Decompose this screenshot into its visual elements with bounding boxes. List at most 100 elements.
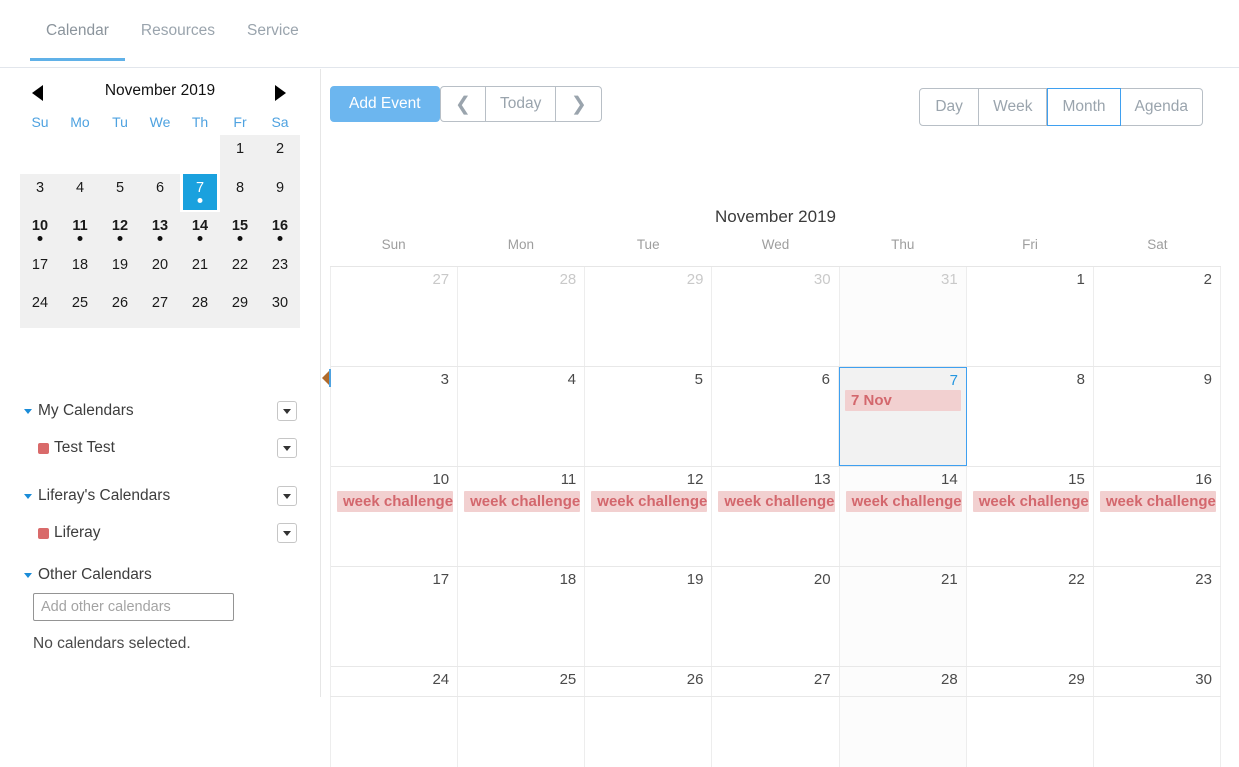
mini-day-18[interactable]: 18: [60, 250, 100, 289]
calendar-event[interactable]: 7 Nov: [845, 390, 961, 411]
view-button-week[interactable]: Week: [979, 88, 1048, 126]
section-dropdown-button[interactable]: [277, 486, 297, 506]
mini-day-19[interactable]: 19: [100, 250, 140, 289]
calendar-event[interactable]: week challenge: [1099, 491, 1216, 512]
calendar-day-cell[interactable]: 8: [967, 367, 1094, 466]
calendar-day-cell[interactable]: 29: [585, 267, 713, 366]
previous-period-button[interactable]: ❮: [440, 86, 486, 122]
calendar-item-dropdown-button[interactable]: [277, 523, 297, 543]
calendar-day-cell[interactable]: 28: [458, 267, 586, 366]
mini-day-5[interactable]: 5: [100, 173, 140, 212]
mini-weekday-th[interactable]: Th: [180, 114, 220, 130]
mini-day-12[interactable]: 12: [100, 212, 140, 251]
mini-day-9[interactable]: 9: [260, 173, 300, 212]
calendar-day-cell[interactable]: 4: [458, 367, 585, 466]
calendar-day-cell[interactable]: 30: [1093, 667, 1221, 767]
calendar-day-cell[interactable]: 9: [1094, 367, 1221, 466]
mini-day-1[interactable]: 1: [220, 135, 260, 174]
calendar-day-cell[interactable]: 30: [712, 267, 840, 366]
calendar-section-header[interactable]: My Calendars: [0, 399, 321, 423]
calendar-color-swatch[interactable]: [38, 443, 49, 454]
calendar-day-cell[interactable]: 19: [585, 567, 713, 666]
mini-day-15[interactable]: 15: [220, 212, 260, 251]
calendar-event[interactable]: week challenge: [337, 491, 454, 512]
mini-weekday-fr[interactable]: Fr: [220, 114, 260, 130]
calendar-event[interactable]: week challenge: [464, 491, 581, 512]
calendar-day-cell[interactable]: 5: [585, 367, 712, 466]
view-button-day[interactable]: Day: [919, 88, 980, 126]
calendar-event[interactable]: week challenge: [845, 491, 962, 512]
add-other-calendars-input[interactable]: [33, 593, 234, 621]
mini-day-21[interactable]: 21: [180, 250, 220, 289]
mini-day-3[interactable]: 3: [20, 173, 60, 212]
calendar-day-cell[interactable]: 11 week challenge: [458, 467, 586, 566]
mini-day-24[interactable]: 24: [20, 289, 60, 328]
mini-day-10[interactable]: 10: [20, 212, 60, 251]
mini-day-27[interactable]: 27: [140, 289, 180, 328]
mini-day-13[interactable]: 13: [140, 212, 180, 251]
calendar-day-cell[interactable]: 6: [712, 367, 839, 466]
sidebar-collapse-handle[interactable]: [321, 369, 331, 387]
calendar-day-cell[interactable]: 25: [458, 667, 586, 767]
calendar-day-cell[interactable]: 3: [331, 367, 458, 466]
calendar-day-cell[interactable]: 23: [1093, 567, 1221, 666]
mini-day-17[interactable]: 17: [20, 250, 60, 289]
view-button-month[interactable]: Month: [1047, 88, 1121, 126]
calendar-day-cell[interactable]: 26: [585, 667, 713, 767]
today-button[interactable]: Today: [486, 86, 557, 122]
mini-day-4[interactable]: 4: [60, 173, 100, 212]
mini-day-6[interactable]: 6: [140, 173, 180, 212]
calendar-color-swatch[interactable]: [38, 528, 49, 539]
calendar-list-item[interactable]: Liferay: [0, 521, 321, 545]
calendar-day-cell[interactable]: 13 week challenge: [712, 467, 840, 566]
mini-day-8[interactable]: 8: [220, 173, 260, 212]
tab-calendar[interactable]: Calendar: [30, 22, 125, 61]
calendar-day-cell[interactable]: 12 week challenge: [585, 467, 713, 566]
mini-day-26[interactable]: 26: [100, 289, 140, 328]
calendar-day-cell[interactable]: 2: [1093, 267, 1221, 366]
mini-weekday-su[interactable]: Su: [20, 114, 60, 130]
calendar-day-cell[interactable]: 15 week challenge: [966, 467, 1094, 566]
mini-weekday-mo[interactable]: Mo: [60, 114, 100, 130]
tab-resources[interactable]: Resources: [125, 22, 231, 61]
tab-service[interactable]: Service: [231, 22, 315, 61]
calendar-day-cell[interactable]: 1: [966, 267, 1094, 366]
calendar-item-dropdown-button[interactable]: [277, 438, 297, 458]
mini-day-2[interactable]: 2: [260, 135, 300, 174]
calendar-event[interactable]: week challenge: [718, 491, 835, 512]
calendar-day-cell[interactable]: 28: [839, 667, 967, 767]
add-event-button[interactable]: Add Event: [330, 86, 440, 122]
view-button-agenda[interactable]: Agenda: [1120, 88, 1203, 126]
calendar-day-cell[interactable]: 27: [331, 267, 459, 366]
mini-day-20[interactable]: 20: [140, 250, 180, 289]
calendar-section-header[interactable]: Liferay's Calendars: [0, 484, 321, 508]
calendar-event[interactable]: week challenge: [591, 491, 708, 512]
mini-day-22[interactable]: 22: [220, 250, 260, 289]
mini-calendar-next-button[interactable]: [272, 83, 292, 105]
mini-day-7[interactable]: 7: [180, 173, 220, 213]
calendar-day-cell[interactable]: 10 week challenge: [331, 467, 459, 566]
calendar-list-item[interactable]: Test Test: [0, 436, 321, 460]
calendar-day-cell[interactable]: 27: [712, 667, 840, 767]
mini-day-14[interactable]: 14: [180, 212, 220, 251]
other-calendars-header[interactable]: Other Calendars: [0, 563, 321, 587]
calendar-day-cell[interactable]: 22: [966, 567, 1094, 666]
calendar-day-cell-today[interactable]: 77 Nov: [839, 367, 967, 466]
calendar-day-cell[interactable]: 29: [966, 667, 1094, 767]
calendar-day-cell[interactable]: 20: [712, 567, 840, 666]
calendar-day-cell[interactable]: 31: [839, 267, 967, 366]
calendar-day-cell[interactable]: 18: [458, 567, 586, 666]
calendar-day-cell[interactable]: 21: [839, 567, 967, 666]
mini-weekday-we[interactable]: We: [140, 114, 180, 130]
mini-day-29[interactable]: 29: [220, 289, 260, 328]
calendar-day-cell[interactable]: 14 week challenge: [839, 467, 967, 566]
calendar-day-cell[interactable]: 16 week challenge: [1093, 467, 1221, 566]
section-dropdown-button[interactable]: [277, 401, 297, 421]
mini-day-30[interactable]: 30: [260, 289, 300, 328]
calendar-day-cell[interactable]: 24: [331, 667, 459, 767]
mini-weekday-sa[interactable]: Sa: [260, 114, 300, 130]
mini-day-16[interactable]: 16: [260, 212, 300, 251]
mini-day-11[interactable]: 11: [60, 212, 100, 251]
calendar-day-cell[interactable]: 17: [331, 567, 459, 666]
mini-day-25[interactable]: 25: [60, 289, 100, 328]
